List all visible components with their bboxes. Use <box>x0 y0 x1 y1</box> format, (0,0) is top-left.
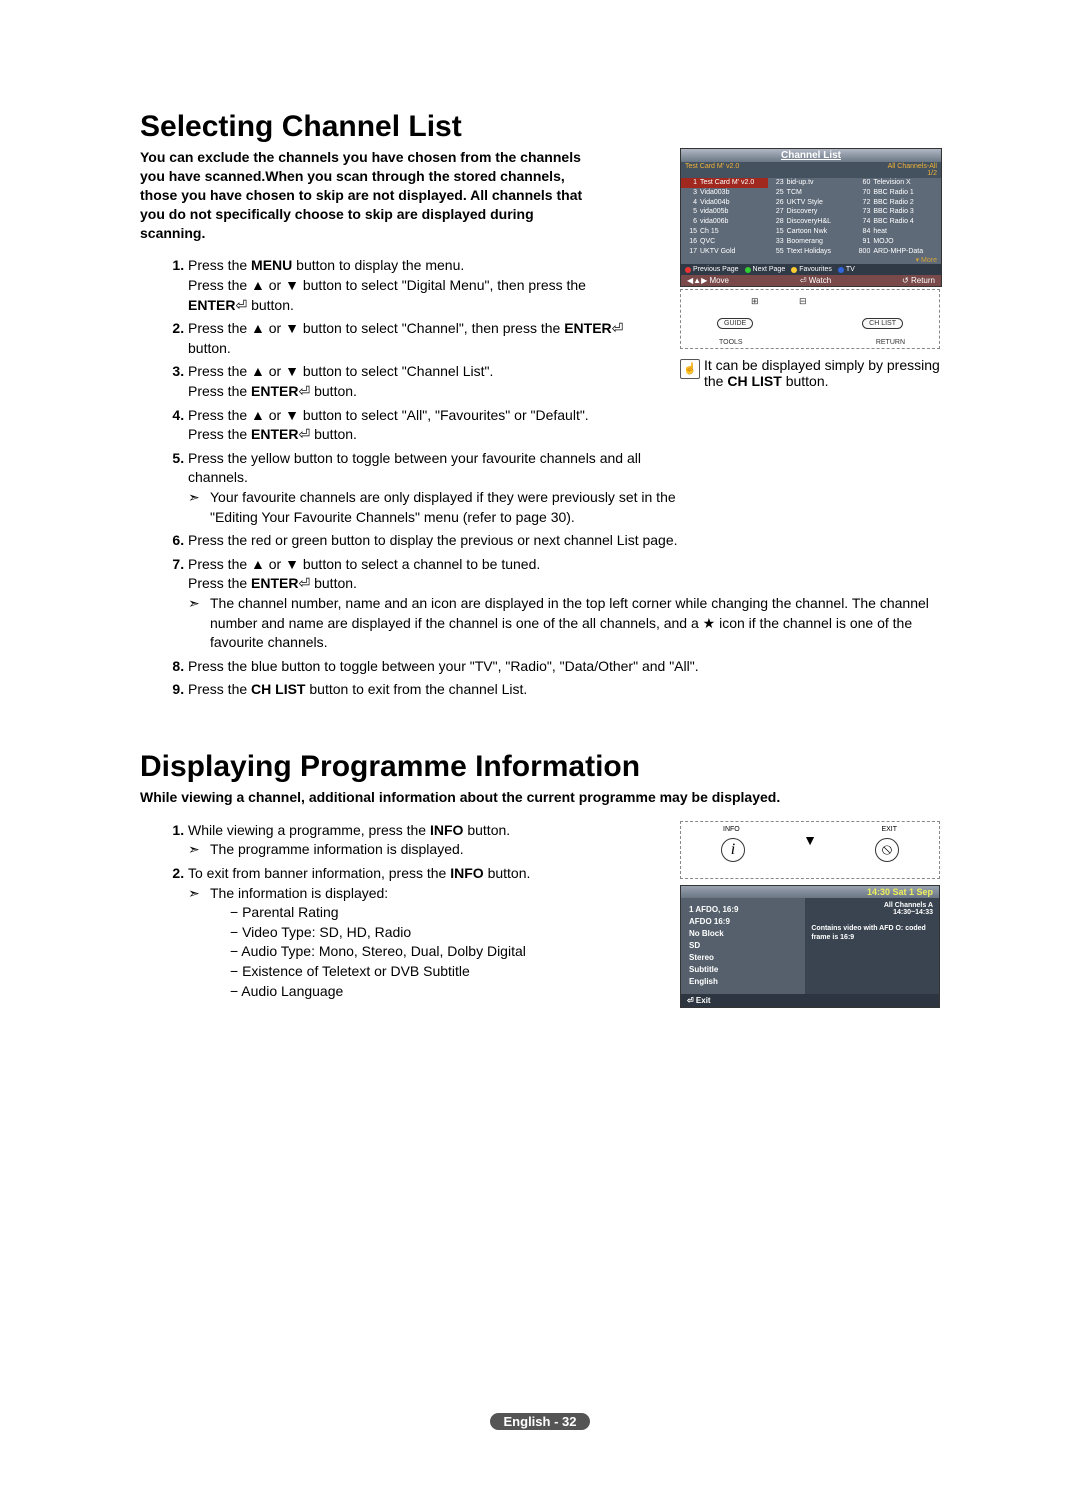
info-left-line: AFDO 16:9 <box>689 916 797 928</box>
info-left-line: SD <box>689 940 797 952</box>
info-left-line: Stereo <box>689 952 797 964</box>
channel-row: 27Discovery <box>768 207 855 217</box>
info-osd: 14:30 Sat 1 Sep 1 AFDO, 16:9AFDO 16:9No … <box>680 885 940 1008</box>
osd-header-left: Test Card M' v2.0 <box>685 163 739 177</box>
channel-row: 800ARD-MHP-Data <box>854 247 941 257</box>
channel-row: 6vida006b <box>681 217 768 227</box>
channel-row: 55Ttext Holidays <box>768 247 855 257</box>
exit-label: EXIT <box>881 826 897 833</box>
channel-row: 3Vida003b <box>681 188 768 198</box>
hand-icon: ☝ <box>680 359 700 379</box>
osd-return: ↺ Return <box>902 276 935 285</box>
legend-prev: Previous Page <box>693 266 739 273</box>
info-right-desc: Contains video with AFD O: coded frame i… <box>811 924 933 942</box>
channel-row: 73BBC Radio 3 <box>854 207 941 217</box>
return-label: RETURN <box>876 339 905 346</box>
channel-list-figure: Channel List Test Card M' v2.0 All Chann… <box>680 148 940 389</box>
channel-row: 72BBC Radio 2 <box>854 198 941 208</box>
info-left-line: 1 AFDO, 16:9 <box>689 904 797 916</box>
osd-more: ▾ More <box>681 256 941 264</box>
channel-row: 23bid-up.tv <box>768 178 855 188</box>
info-left-line: Subtitle <box>689 964 797 976</box>
info-left-line: English <box>689 976 797 988</box>
channel-row: 4Vida004b <box>681 198 768 208</box>
channel-row: 74BBC Radio 4 <box>854 217 941 227</box>
channel-row: 26UKTV Style <box>768 198 855 208</box>
osd-header-right-a: All Channels-All <box>888 163 937 170</box>
guide-button[interactable]: GUIDE <box>717 318 753 329</box>
osd-header-right-b: 1/2 <box>927 170 937 177</box>
channel-row: 25TCM <box>768 188 855 198</box>
section1-intro: You can exclude the channels you have ch… <box>140 148 595 242</box>
channel-row: 16QVC <box>681 237 768 247</box>
footer-lang: English - 32 <box>490 1413 591 1430</box>
chlist-button[interactable]: CH LIST <box>862 318 903 329</box>
page-footer: English - 32 <box>0 1413 1080 1430</box>
channel-row: 70BBC Radio 1 <box>854 188 941 198</box>
channel-row: 15Ch 15 <box>681 227 768 237</box>
channel-row: 17UKTV Gold <box>681 247 768 257</box>
channel-row: 1Test Card M' v2.0 <box>681 178 768 188</box>
channel-row: 5vida005b <box>681 207 768 217</box>
osd-move: ◀▲▶ Move <box>687 276 729 285</box>
section-title-1: Selecting Channel List <box>140 110 940 144</box>
channel-row: 15Cartoon Nwk <box>768 227 855 237</box>
note-c: button. <box>782 373 829 389</box>
channel-row: 91MOJO <box>854 237 941 247</box>
section2-intro: While viewing a channel, additional info… <box>140 788 940 807</box>
osd-title: Channel List <box>681 149 941 162</box>
info-exit: ⏎ Exit <box>681 994 939 1007</box>
note-b: CH LIST <box>727 373 781 389</box>
tools-label: TOOLS <box>719 339 743 346</box>
channel-list-osd: Channel List Test Card M' v2.0 All Chann… <box>680 148 942 287</box>
channel-row: 60Television X <box>854 178 941 188</box>
channel-row: 84heat <box>854 227 941 237</box>
info-right-l2: 14:30~14:33 <box>811 909 933 916</box>
legend-fav: Favourites <box>799 266 832 273</box>
info-left-line: No Block <box>689 928 797 940</box>
osd-watch: ⏎ Watch <box>800 276 831 285</box>
legend-tv: TV <box>846 266 855 273</box>
info-label: INFO <box>723 826 740 833</box>
channel-row: 28DiscoveryH&L <box>768 217 855 227</box>
channel-row: 33Boomerang <box>768 237 855 247</box>
section-title-2: Displaying Programme Information <box>140 750 940 784</box>
remote-sketch-1: GUIDE CH LIST TOOLS RETURN ⊞ ⊟ <box>680 289 940 349</box>
legend-next: Next Page <box>753 266 786 273</box>
